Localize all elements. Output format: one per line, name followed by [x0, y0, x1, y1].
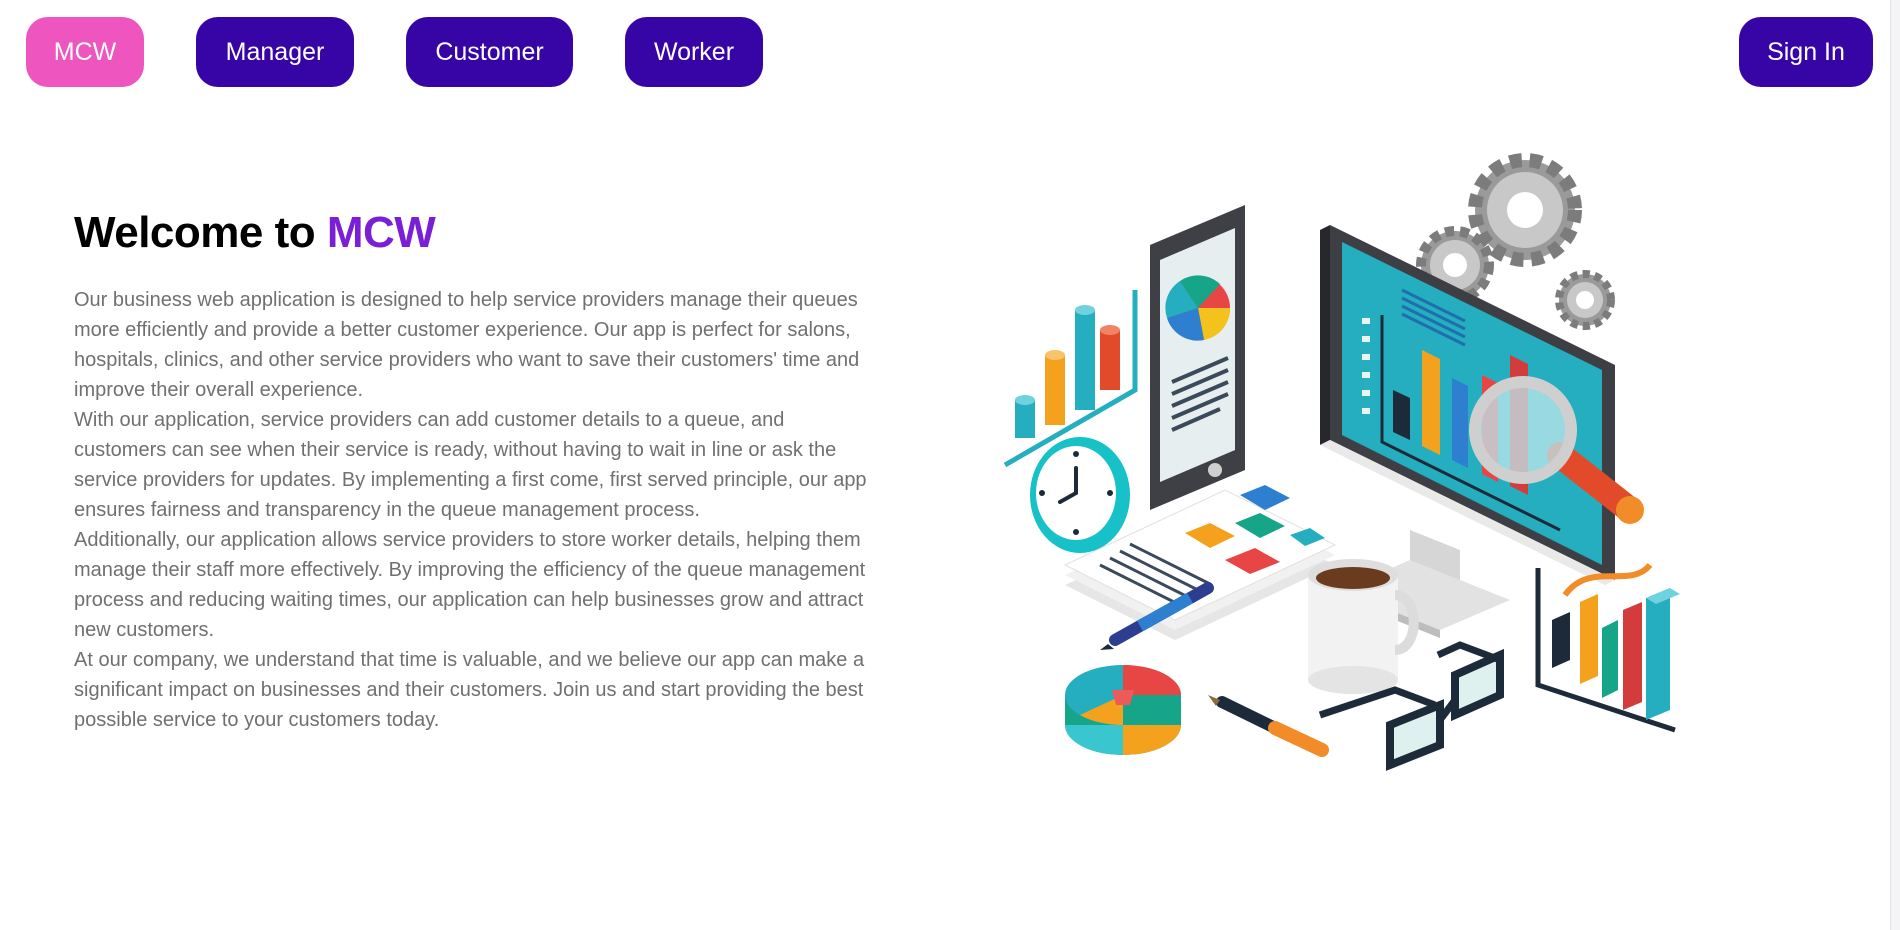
worker-button[interactable]: Worker — [625, 17, 763, 87]
fountain-pen-icon — [1208, 695, 1329, 757]
landing-page: MCW Manager Customer Worker Sign In Welc… — [0, 0, 1900, 930]
business-analytics-illustration — [1003, 153, 1680, 771]
home-button[interactable]: MCW — [26, 17, 144, 87]
bar-chart-icon — [1535, 562, 1680, 733]
pie-chart-icon — [1065, 665, 1181, 755]
clock-icon — [1030, 437, 1130, 553]
page-title: Welcome to MCW — [74, 208, 436, 258]
sign-in-button[interactable]: Sign In — [1739, 17, 1873, 87]
title-prefix: Welcome to — [74, 208, 327, 257]
intro-text: Our business web application is designed… — [74, 285, 874, 735]
intro-paragraph: With our application, service providers … — [74, 409, 867, 521]
title-brand: MCW — [326, 208, 436, 257]
intro-paragraph: Additionally, our application allows ser… — [74, 529, 866, 641]
gear-icon — [1468, 153, 1582, 267]
intro-paragraph: At our company, we understand that time … — [74, 649, 865, 731]
tablet-icon — [1150, 205, 1245, 510]
intro-paragraph: Our business web application is designed… — [74, 289, 860, 401]
customer-button[interactable]: Customer — [406, 17, 573, 87]
manager-button[interactable]: Manager — [196, 17, 354, 87]
scrollbar-track[interactable] — [1890, 0, 1900, 930]
gear-icon — [1555, 270, 1615, 330]
coffee-mug-icon — [1308, 559, 1419, 694]
